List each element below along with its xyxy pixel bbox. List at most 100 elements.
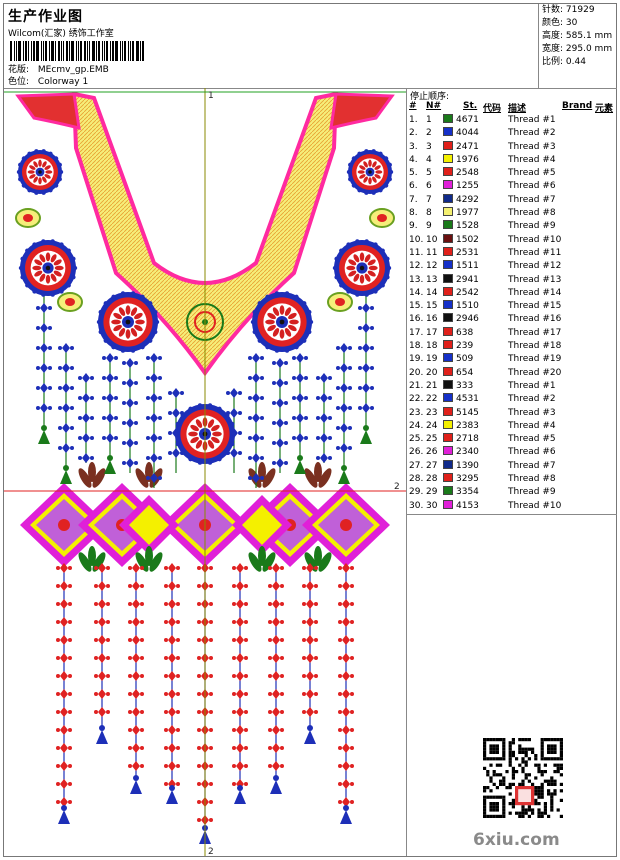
thread-swatch	[443, 433, 453, 443]
thread-n: 12	[426, 261, 438, 272]
thread-stitches: 1977	[456, 208, 479, 219]
thread-num: 11.	[409, 247, 424, 258]
thread-stitches: 2548	[456, 168, 479, 179]
thread-swatch	[443, 499, 453, 509]
qr-module	[553, 747, 557, 751]
rosette-scallop	[274, 348, 280, 353]
side-bud	[57, 292, 83, 312]
scale-label: 比例:	[542, 57, 564, 67]
thread-n: 2	[426, 128, 432, 139]
bead-diamond	[98, 581, 106, 591]
bead-dot	[244, 692, 248, 696]
qr-module	[499, 773, 503, 777]
bead-diamond	[230, 388, 238, 398]
thread-row: 11. 11 2531 Thread #11	[407, 246, 617, 260]
bead-dot	[128, 638, 132, 642]
qr-module	[547, 789, 551, 793]
bead-dot	[350, 620, 354, 624]
bead-string	[292, 353, 308, 474]
bead-diamond	[272, 563, 280, 573]
bead-dot	[94, 656, 98, 660]
bead-diamond	[306, 653, 314, 663]
bead-dot	[56, 602, 60, 606]
thread-stitches: 2383	[456, 420, 479, 431]
qr-module	[553, 744, 557, 748]
bead-diamond	[168, 617, 176, 627]
qr-module	[499, 795, 503, 799]
height-label: 高度:	[542, 31, 564, 41]
thread-num: 5.	[409, 168, 418, 179]
bead-dot	[128, 710, 132, 714]
qr-module	[495, 808, 499, 812]
tassel	[294, 460, 306, 474]
qr-module	[547, 792, 551, 796]
bead-dot	[146, 416, 150, 420]
bead-dot	[336, 406, 340, 410]
thread-n: 13	[426, 274, 438, 285]
thread-stitches: 333	[456, 380, 474, 391]
qr-module	[559, 773, 563, 777]
bead-dot	[176, 782, 180, 786]
bead-dot	[122, 461, 126, 465]
qr-module	[489, 744, 493, 748]
qr-module	[556, 738, 560, 742]
bead-diamond	[82, 373, 90, 383]
bead-dot	[114, 436, 118, 440]
qr-module	[559, 798, 563, 802]
bead-dot	[302, 674, 306, 678]
bead-dot	[350, 638, 354, 642]
width-value: 295.0 mm	[565, 44, 613, 54]
bud-center	[377, 214, 387, 222]
bead-dot	[164, 620, 168, 624]
bead-diamond	[150, 353, 158, 363]
qr-module	[543, 811, 547, 815]
qr-logo-inner	[518, 789, 531, 802]
bead-dot	[328, 456, 332, 460]
qr-module	[502, 738, 506, 742]
bead-dot	[164, 782, 168, 786]
thread-num: 23.	[409, 407, 424, 418]
thread-num: 18.	[409, 341, 424, 352]
qr-module	[524, 776, 528, 780]
qr-module	[502, 744, 506, 748]
bead-dot	[244, 656, 248, 660]
bead-dot	[158, 396, 162, 400]
bead-dot	[272, 421, 276, 425]
thread-stitches: 5145	[456, 407, 479, 418]
qr-module	[550, 798, 554, 802]
bead-dot	[48, 406, 52, 410]
rosette-scallop	[175, 441, 180, 447]
bead-dot	[280, 674, 284, 678]
bead-diamond	[98, 635, 106, 645]
qr-module	[559, 741, 563, 745]
bead-diamond	[306, 635, 314, 645]
bud-center	[335, 298, 345, 306]
bead-diamond	[296, 413, 304, 423]
qr-module	[492, 770, 496, 774]
bead-dot	[164, 692, 168, 696]
bead-dot	[260, 416, 264, 420]
bead-diamond	[106, 353, 114, 363]
thread-desc: Thread #2	[508, 128, 556, 139]
bead-diamond	[60, 599, 68, 609]
thread-num: 6.	[409, 181, 418, 192]
thread-row: 3. 3 2471 Thread #3	[407, 140, 617, 154]
bead-dot	[248, 396, 252, 400]
qr-module	[527, 779, 531, 783]
bead-dot	[350, 782, 354, 786]
bead-dot	[140, 602, 144, 606]
bead-dot	[176, 602, 180, 606]
thread-desc: Thread #19	[508, 354, 562, 365]
qr-module	[559, 766, 563, 770]
bead-dot	[268, 656, 272, 660]
qr-module	[521, 779, 525, 783]
qr-module	[502, 802, 506, 806]
sheet-title: 生产作业图	[8, 9, 83, 25]
bead-diamond	[236, 761, 244, 771]
rosette-scallop	[41, 292, 46, 297]
rosette-scallop	[103, 338, 108, 343]
rosette-dot	[38, 170, 42, 174]
bead-dot	[244, 674, 248, 678]
bead-dot	[106, 692, 110, 696]
tassel	[58, 810, 70, 824]
